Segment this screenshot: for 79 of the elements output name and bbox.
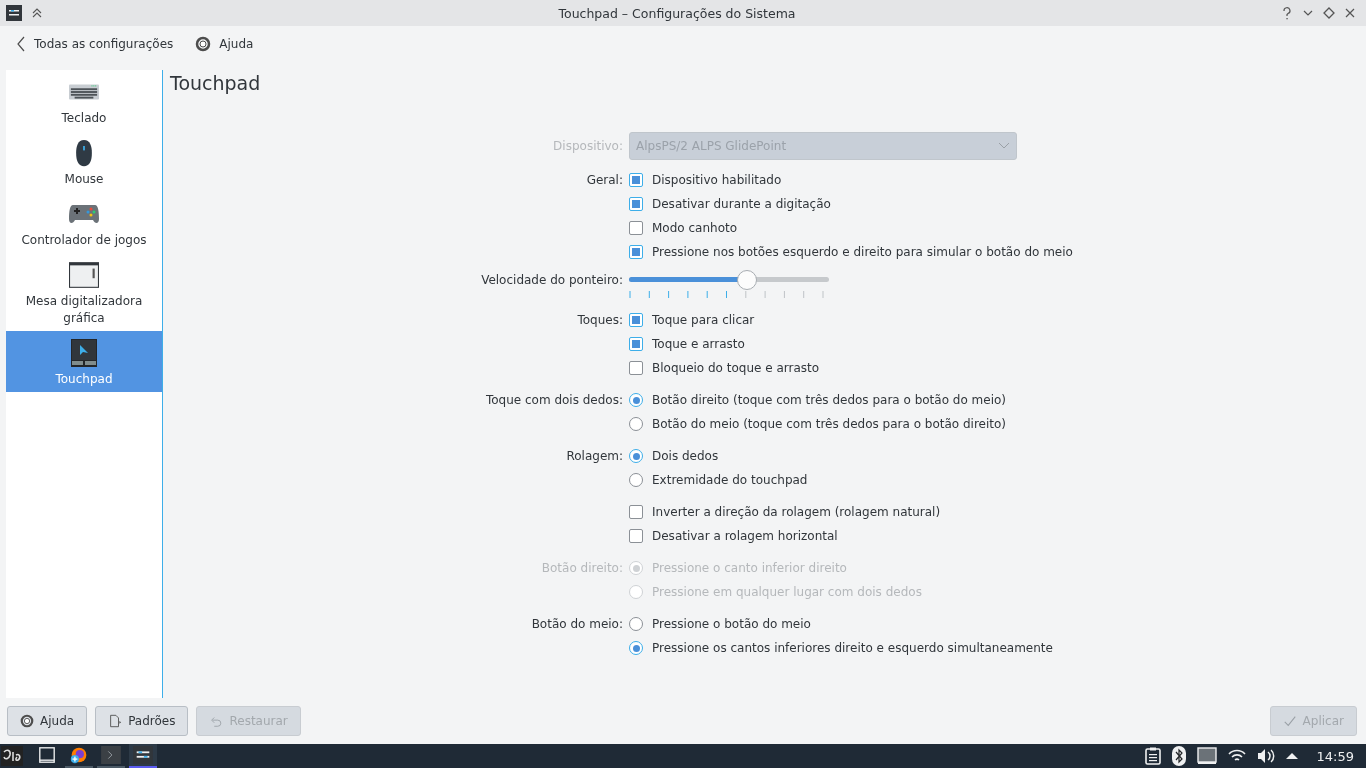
option-label: Modo canhoto	[652, 221, 738, 235]
radio-button[interactable]	[629, 641, 643, 655]
field-label: Geral:	[586, 173, 623, 187]
lifebuoy-icon	[20, 714, 34, 728]
dialog-button[interactable]: Padrões	[95, 706, 189, 736]
sidebar-item[interactable]: Mesa digitalizadora gráfica	[6, 253, 162, 331]
back-button[interactable]: Todas as configurações	[12, 33, 178, 55]
tablet-icon	[69, 261, 99, 289]
checkbox[interactable]	[629, 313, 643, 327]
radio-button[interactable]	[629, 617, 643, 631]
field-label: Toque com dois dedos:	[485, 393, 623, 407]
option-label: Dispositivo habilitado	[652, 173, 782, 187]
page-title: Touchpad	[170, 72, 262, 94]
settings-icon	[133, 746, 153, 764]
checkbox[interactable]	[629, 529, 643, 543]
checkbox[interactable]	[629, 197, 643, 211]
field-label: Botão direito:	[541, 561, 623, 575]
monitor-icon[interactable]	[1196, 747, 1217, 765]
window-title: Touchpad – Configurações do Sistema	[557, 5, 797, 21]
checkbox[interactable]	[629, 173, 643, 187]
option-label: Inverter a direção da rolagem (rolagem natural)	[652, 505, 941, 519]
volume-icon[interactable]	[1256, 748, 1275, 764]
option-label: Botão do meio (toque com três dedos para o botão direito)	[652, 417, 1007, 431]
option-label: Desativar durante a digitação	[652, 197, 831, 211]
caret-icon	[998, 142, 1010, 150]
clipboard-icon[interactable]	[1144, 747, 1161, 765]
radio-button[interactable]	[629, 417, 643, 431]
option-label: Dois dedos	[652, 449, 719, 463]
option-label: Pressione os cantos inferiores direito e esquerdo simultaneamente	[652, 641, 1053, 655]
option-label: Pressione o botão do meio	[652, 617, 811, 631]
checkbox[interactable]	[629, 221, 643, 235]
terminal-icon	[101, 746, 121, 764]
checkbox[interactable]	[629, 245, 643, 259]
touchpad-icon	[69, 339, 99, 367]
radio-button[interactable]	[629, 473, 643, 487]
option-label: Pressione o canto inferior direito	[652, 561, 847, 575]
close-icon[interactable]	[1344, 7, 1356, 19]
option-label: Desativar a rolagem horizontal	[652, 529, 838, 543]
option-label: Pressione nos botões esquerdo e direito para simular o botão do meio	[652, 245, 1073, 259]
sidebar-item[interactable]: Mouse	[6, 131, 162, 192]
field-label: Dispositivo:	[553, 139, 623, 153]
help-button[interactable]: Ajuda	[191, 33, 258, 55]
check-icon	[1282, 714, 1297, 728]
bluetooth-icon[interactable]	[1171, 746, 1186, 766]
field-label: Rolagem:	[566, 449, 623, 463]
slider-thumb[interactable]	[737, 270, 757, 290]
option-label: Pressione em qualquer lugar com dois dedos	[652, 585, 922, 599]
option-label: Extremidade do touchpad	[652, 473, 808, 487]
expand-tray-icon[interactable]	[1285, 752, 1298, 760]
option-label: Bloqueio do toque e arrasto	[652, 361, 820, 375]
option-label: Botão direito (toque com três dedos para o botão do meio)	[652, 393, 1007, 407]
field-label: Velocidade do ponteiro:	[481, 273, 623, 287]
slider-track[interactable]	[629, 270, 829, 290]
taskbar-button[interactable]	[129, 744, 157, 768]
sidebar-item[interactable]: Controlador de jogos	[6, 192, 162, 253]
maximize-icon[interactable]	[1323, 7, 1335, 19]
checkbox[interactable]	[629, 337, 643, 351]
dialog-button[interactable]: Ajuda	[7, 706, 88, 736]
undo-icon	[209, 714, 224, 728]
option-label: Toque e arrasto	[652, 337, 745, 351]
checkbox[interactable]	[629, 361, 643, 375]
help-icon[interactable]	[1281, 6, 1293, 20]
launcher-logo-icon[interactable]	[1, 746, 23, 766]
keep-above-icon[interactable]	[31, 7, 43, 19]
back-icon	[16, 36, 26, 52]
wifi-icon[interactable]	[1227, 749, 1246, 763]
field-label: Botão do meio:	[531, 617, 623, 631]
radio-button[interactable]	[629, 449, 643, 463]
document-icon	[108, 714, 123, 728]
field-label: Toques:	[577, 313, 623, 327]
app-icon[interactable]	[6, 5, 22, 21]
browser-icon	[69, 746, 89, 764]
lifebuoy-icon	[195, 36, 212, 52]
checkbox[interactable]	[629, 505, 643, 519]
clock[interactable]: 14:59	[1316, 748, 1354, 764]
option-label: Toque para clicar	[652, 313, 755, 327]
radio-button[interactable]	[629, 393, 643, 407]
desktop-icon	[37, 746, 57, 764]
sidebar-item[interactable]: Teclado	[6, 70, 162, 131]
